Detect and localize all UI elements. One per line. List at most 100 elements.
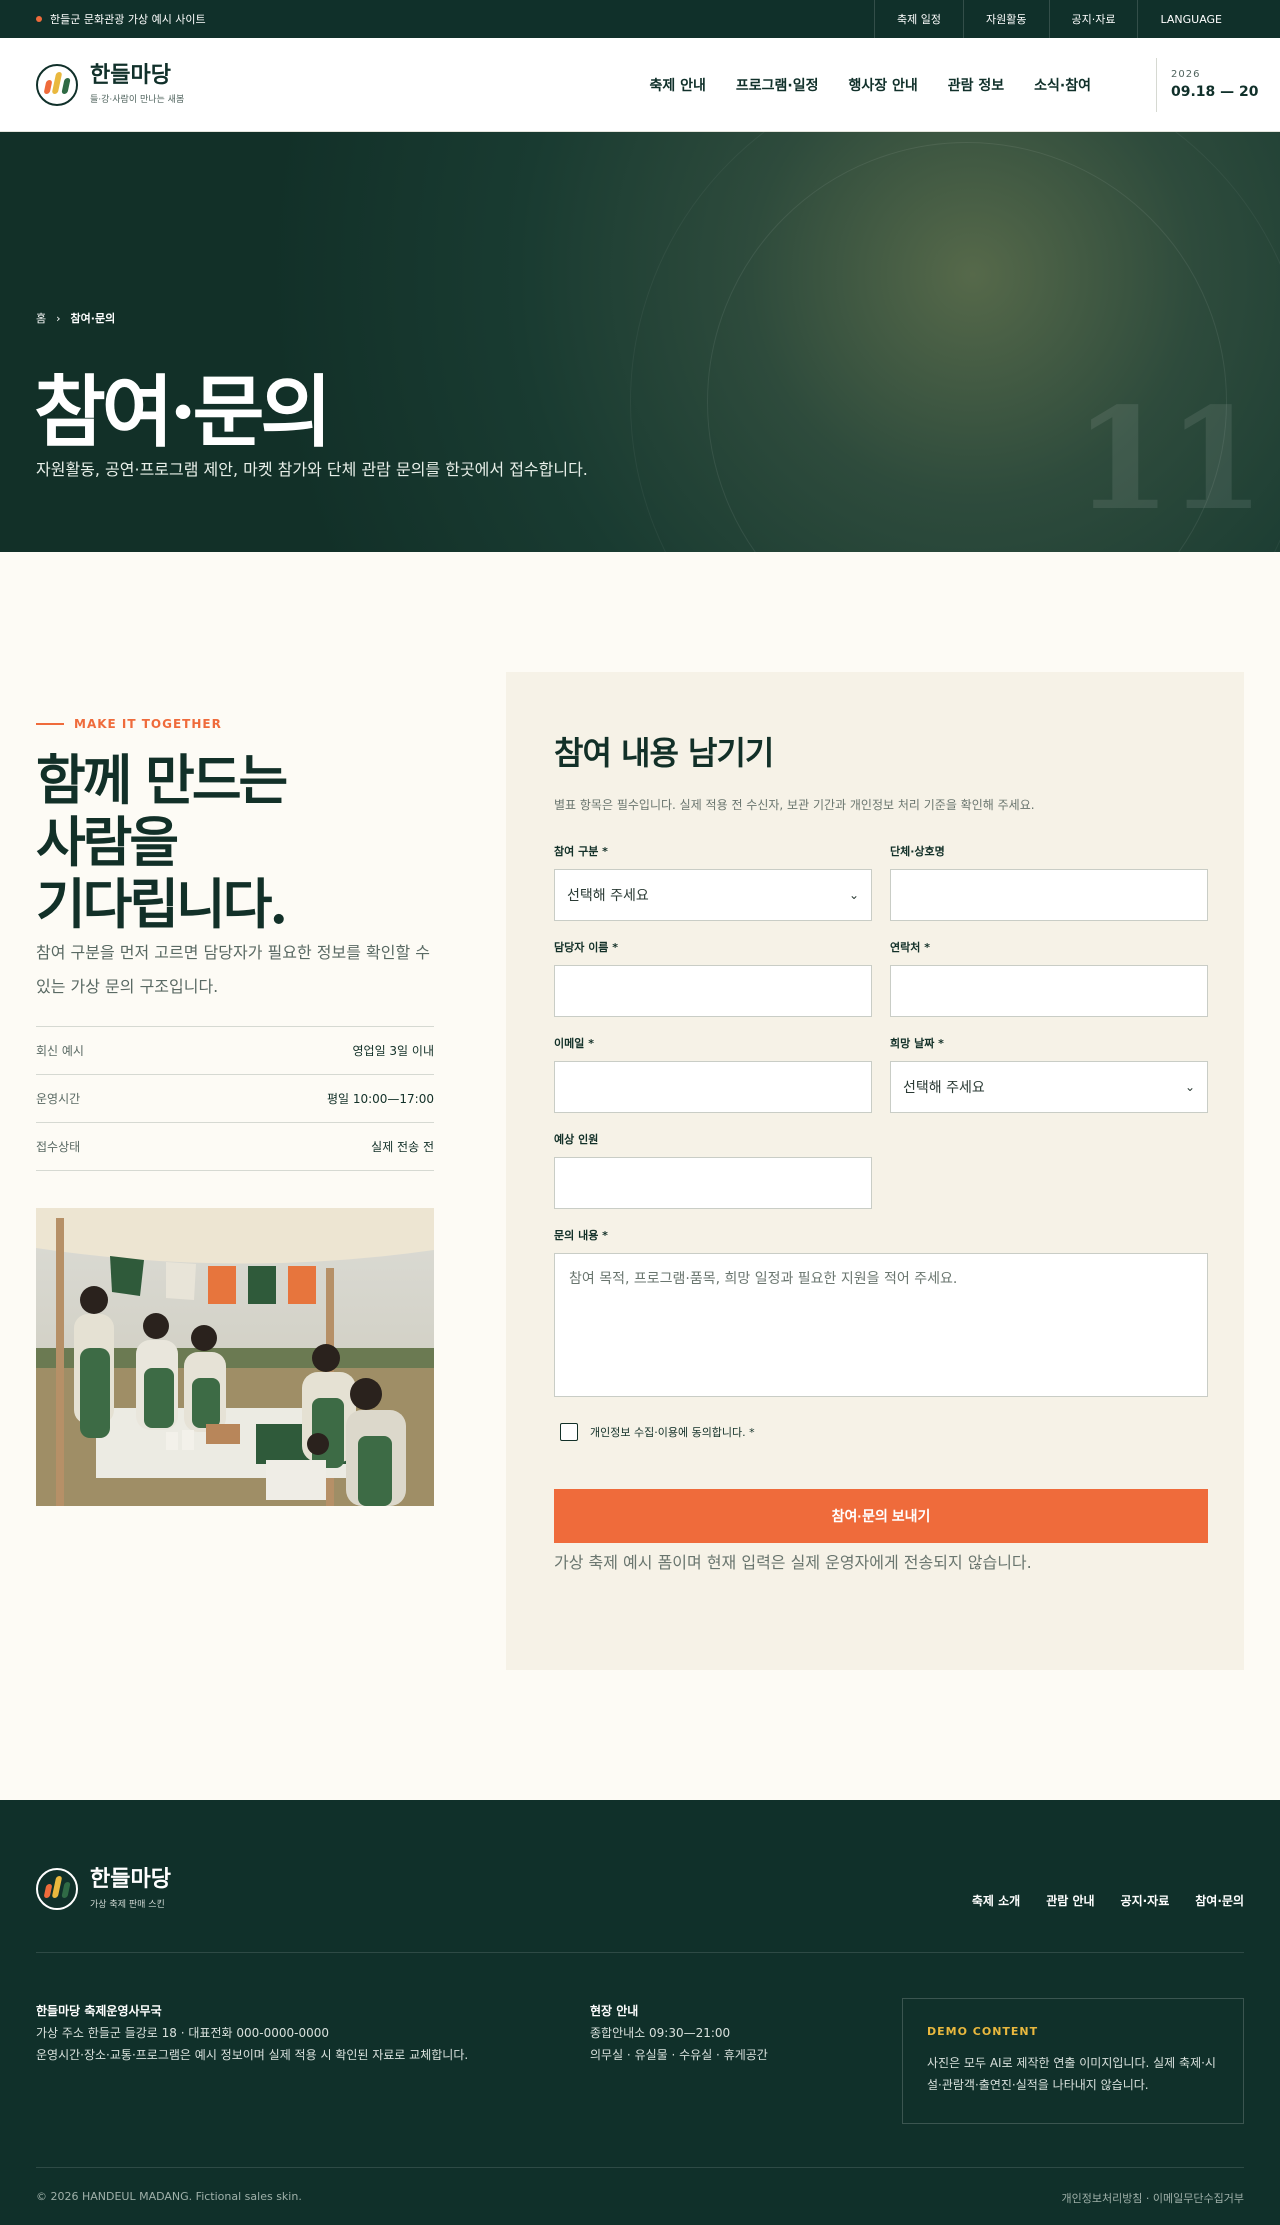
brand-home-link[interactable]: 한들마당 들·강·사람이 만나는 새봄 (36, 62, 185, 106)
form-grid: 참여 구분 * 선택해 주세요 ⌄ 단체·상호명 담당자 이름 * 연락처 * … (554, 843, 1208, 1227)
consent-row: 개인정보 수집·이용에 동의합니다. * (560, 1423, 1196, 1441)
field-org: 단체·상호명 (890, 843, 1208, 921)
field-people: 예상 인원 (554, 1131, 872, 1209)
festival-date-range: 09.18 — 20 (1171, 84, 1259, 100)
category-select[interactable]: 선택해 주세요 ⌄ (554, 869, 872, 921)
festival-year: 2026 (1171, 69, 1201, 80)
date-select[interactable]: 선택해 주세요 ⌄ (890, 1061, 1208, 1113)
intro-heading-line: 사람을 (36, 810, 179, 874)
footer-nav: 축제 소개 관람 안내 공지·자료 참여·문의 (972, 1892, 1244, 1909)
field-category: 참여 구분 * 선택해 주세요 ⌄ (554, 843, 872, 921)
utility-link-language[interactable]: LANGUAGE (1137, 0, 1244, 38)
footer-nav-notice[interactable]: 공지·자료 (1121, 1892, 1170, 1909)
page-lead: 자원활동, 공연·프로그램 제안, 마켓 참가와 단체 관람 문의를 한곳에서 … (36, 460, 588, 479)
consent-label: 개인정보 수집·이용에 동의합니다. * (590, 1426, 755, 1439)
footer-divider (36, 2167, 1244, 2168)
intro-heading: 함께 만드는 사람을 기다립니다. (36, 748, 288, 936)
info-value: 평일 10:00—17:00 (326, 1092, 434, 1106)
intro-heading-line: 기다립니다. (36, 872, 288, 936)
footer-nav-about[interactable]: 축제 소개 (972, 1892, 1020, 1909)
office-title: 한들마당 축제운영사무국 (36, 2004, 162, 2018)
utility-link-volunteer[interactable]: 자원활동 (963, 0, 1048, 38)
field-email: 이메일 * (554, 1035, 872, 1113)
phone-label: 연락처 * (890, 941, 930, 954)
breadcrumb-home[interactable]: 홈 (36, 310, 46, 326)
email-label: 이메일 * (554, 1037, 594, 1050)
date-label: 희망 날짜 * (890, 1037, 944, 1050)
footer-nav-visit[interactable]: 관람 안내 (1046, 1892, 1094, 1909)
info-value: 실제 전송 전 (371, 1140, 434, 1154)
chevron-down-icon: ⌄ (848, 888, 859, 902)
footer-brand-name: 한들마당 (90, 1867, 171, 1893)
footer-brand-sub: 가상 축제 판매 스킨 (90, 1899, 165, 1910)
info-row: 회신 예시 영업일 3일 이내 (36, 1027, 434, 1075)
brand-name: 한들마당 (90, 62, 171, 88)
page-title: 참여·문의 (34, 367, 332, 458)
intro-description: 참여 구분을 먼저 고르면 담당자가 필요한 정보를 확인할 수 있는 가상 문… (36, 943, 430, 996)
logo-mark-icon (36, 63, 78, 106)
brand-tagline: 들·강·사람이 만나는 새봄 (90, 95, 185, 106)
footer-divider (36, 1952, 1244, 1953)
footer-site-info: 현장 안내 종합안내소 09:30—21:00 의무실 · 유실물 · 수유실 … (590, 2000, 768, 2066)
notice-dot-icon (36, 16, 42, 22)
info-key: 운영시간 (36, 1092, 81, 1106)
demo-content-notice: DEMO CONTENT 사진은 모두 AI로 제작한 연출 이미지입니다. 실… (902, 1998, 1244, 2124)
contact-section: MAKE IT TOGETHER 함께 만드는 사람을 기다립니다. 참여 구분… (0, 552, 1280, 1800)
nav-item-visit[interactable]: 관람 정보 (933, 75, 1019, 95)
nav-item-venue[interactable]: 행사장 안내 (833, 75, 932, 95)
page-hero: 11 홈 › 참여·문의 참여·문의 자원활동, 공연·프로그램 제안, 마켓 … (0, 132, 1280, 552)
consent-checkbox[interactable] (560, 1423, 578, 1441)
message-textarea[interactable]: 참여 목적, 프로그램·품목, 희망 일정과 필요한 지원을 적어 주세요. (554, 1253, 1208, 1397)
office-note: 운영시간·장소·교통·프로그램은 예시 정보이며 실제 적용 시 확인된 자료로… (36, 2048, 469, 2062)
utility-link-schedule[interactable]: 축제 일정 (874, 0, 963, 38)
info-key: 접수상태 (36, 1140, 81, 1154)
intro-heading-line: 함께 만드는 (36, 748, 288, 812)
copyright: © 2026 HANDEUL MADANG. Fictional sales s… (36, 2190, 302, 2203)
site-notice: 한들군 문화관광 가상 예시 사이트 (36, 11, 206, 27)
footer-brand-link[interactable]: 한들마당 가상 축제 판매 스킨 (36, 1868, 171, 1910)
utility-link-notice[interactable]: 공지·자료 (1048, 0, 1138, 38)
email-input[interactable] (554, 1061, 872, 1113)
breadcrumb: 홈 › 참여·문의 (36, 310, 115, 326)
nav-item-festival[interactable]: 축제 안내 (634, 75, 720, 95)
eyebrow-line (36, 723, 64, 725)
field-message: 문의 내용 * 참여 목적, 프로그램·품목, 희망 일정과 필요한 지원을 적… (554, 1227, 1208, 1397)
festival-dates: 2026 09.18 — 20 (1156, 57, 1259, 112)
form-hint: 별표 항목은 필수입니다. 실제 적용 전 수신자, 보관 기간과 개인정보 처… (554, 798, 1035, 812)
info-row: 접수상태 실제 전송 전 (36, 1123, 434, 1171)
info-key: 회신 예시 (36, 1044, 84, 1058)
info-value: 영업일 3일 이내 (352, 1044, 434, 1058)
legal-links[interactable]: 개인정보처리방침 · 이메일무단수집거부 (1061, 2190, 1244, 2206)
site-info-title: 현장 안내 (590, 2004, 639, 2018)
phone-input[interactable] (890, 965, 1208, 1017)
office-address: 가상 주소 한들군 들강로 18 · 대표전화 000-0000-0000 (36, 2026, 329, 2040)
footer-nav-contact[interactable]: 참여·문의 (1195, 1892, 1244, 1909)
volunteers-photo (36, 1208, 434, 1506)
site-header: 한들마당 들·강·사람이 만나는 새봄 축제 안내 프로그램·일정 행사장 안내… (0, 38, 1280, 132)
field-contact-name: 담당자 이름 * (554, 939, 872, 1017)
section-eyebrow: MAKE IT TOGETHER (36, 717, 222, 731)
site-footer: 한들마당 가상 축제 판매 스킨 축제 소개 관람 안내 공지·자료 참여·문의… (0, 1800, 1280, 2225)
notice-text: 한들군 문화관광 가상 예시 사이트 (50, 13, 206, 26)
people-input[interactable] (554, 1157, 872, 1209)
utility-links: 축제 일정 자원활동 공지·자료 LANGUAGE (874, 0, 1244, 38)
org-label: 단체·상호명 (890, 845, 945, 858)
form-note: 가상 축제 예시 폼이며 현재 입력은 실제 운영자에게 전송되지 않습니다. (554, 1553, 1032, 1572)
footer-office-info: 한들마당 축제운영사무국 가상 주소 한들군 들강로 18 · 대표전화 000… (36, 2000, 468, 2066)
date-select-value: 선택해 주세요 (903, 1080, 985, 1096)
site-info-hours: 종합안내소 09:30—21:00 (590, 2026, 731, 2040)
contact-form: 참여 내용 남기기 별표 항목은 필수입니다. 실제 적용 전 수신자, 보관 … (506, 672, 1244, 1670)
nav-item-program[interactable]: 프로그램·일정 (721, 75, 834, 95)
org-input[interactable] (890, 869, 1208, 921)
logo-mark-icon (36, 1868, 78, 1910)
form-title: 참여 내용 남기기 (554, 734, 774, 772)
submit-button[interactable]: 참여·문의 보내기 (554, 1489, 1208, 1543)
message-label: 문의 내용 * (554, 1229, 608, 1242)
contact-name-label: 담당자 이름 * (554, 941, 619, 954)
contact-name-input[interactable] (554, 965, 872, 1017)
breadcrumb-current: 참여·문의 (70, 312, 116, 325)
eyebrow-text: MAKE IT TOGETHER (74, 717, 222, 731)
contact-info-list: 회신 예시 영업일 3일 이내 운영시간 평일 10:00—17:00 접수상태… (36, 1026, 434, 1171)
nav-item-news[interactable]: 소식·참여 (1019, 75, 1106, 95)
info-row: 운영시간 평일 10:00—17:00 (36, 1075, 434, 1123)
